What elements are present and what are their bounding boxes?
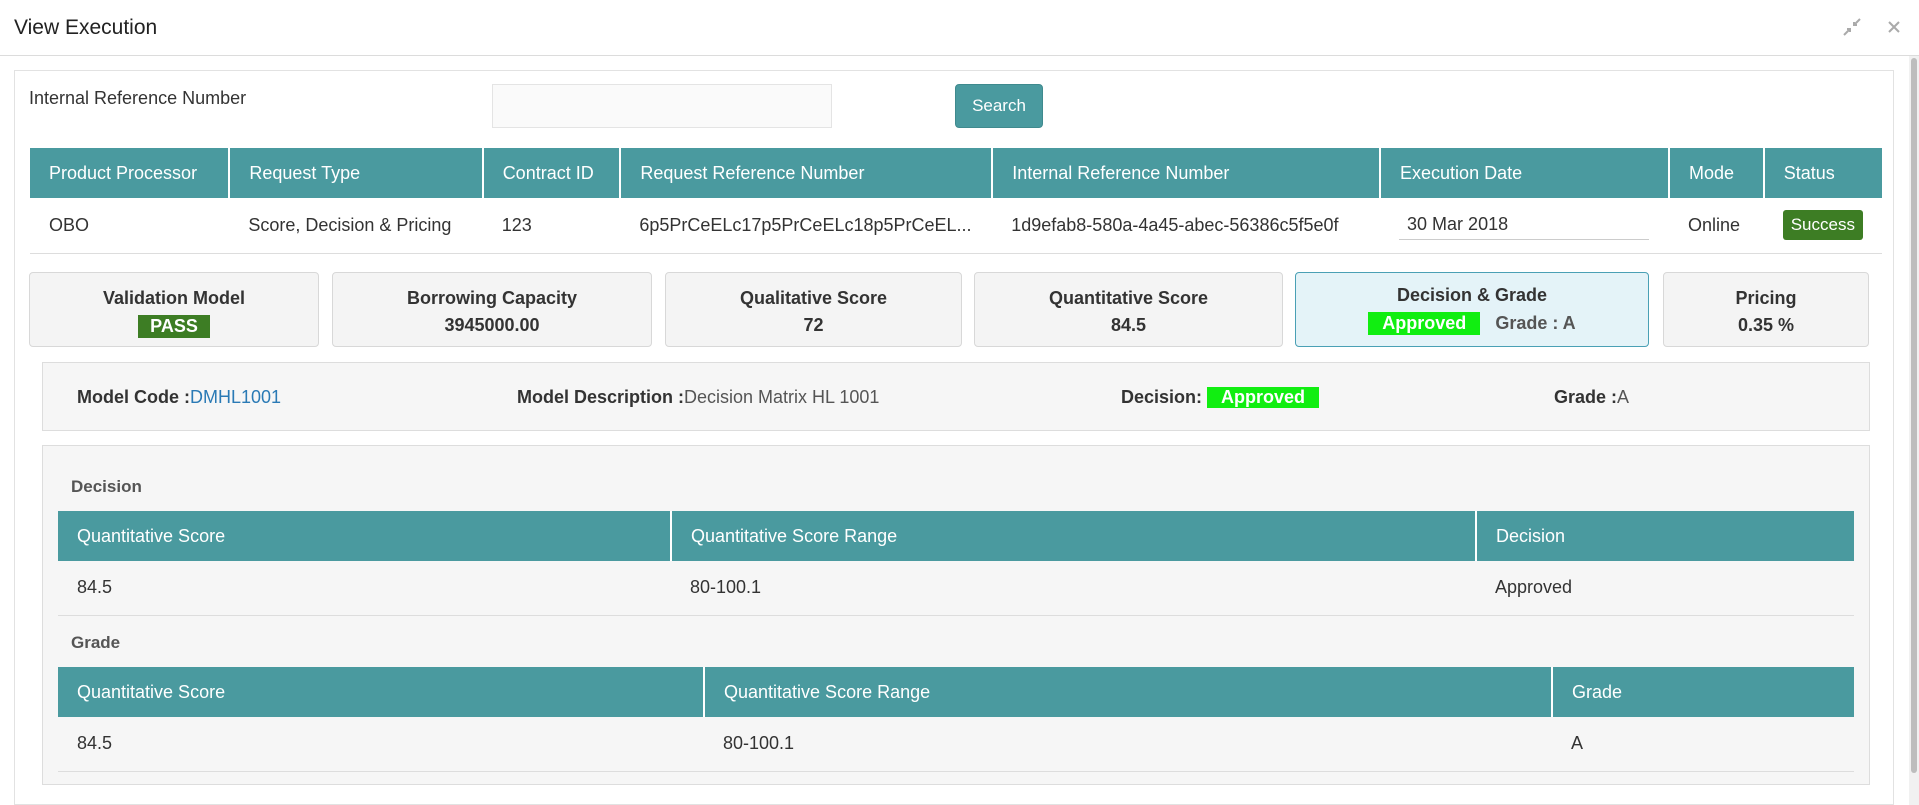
card-value: 3945000.00 [444, 315, 540, 335]
card-quantitative-score[interactable]: Quantitative Score 84.5 [974, 272, 1283, 347]
col-quantitative-score-range: Quantitative Score Range [671, 511, 1477, 561]
col-request-type[interactable]: Request Type [229, 148, 484, 198]
col-grade: Grade [1552, 667, 1854, 717]
model-decision-badge: Approved [1207, 387, 1320, 408]
model-grade-value: A [1617, 387, 1630, 407]
decision-approved-badge: Approved [1368, 312, 1481, 335]
col-product-processor[interactable]: Product Processor [30, 148, 231, 198]
decision-table: Quantitative Score Quantitative Score Ra… [58, 511, 1854, 616]
col-decision: Decision [1476, 511, 1854, 561]
cell-request-reference-number: 6p5PrCeELc17p5PrCeELc18p5PrCeEL... [620, 198, 993, 254]
col-internal-reference-number[interactable]: Internal Reference Number [992, 148, 1382, 198]
model-code: Model Code :DMHL1001 [77, 387, 281, 408]
card-decision-grade[interactable]: Decision & Grade Approved Grade : A [1295, 272, 1649, 347]
model-info-strip: Model Code :DMHL1001 Model Description :… [42, 362, 1870, 431]
table-row[interactable]: OBO Score, Decision & Pricing 123 6p5PrC… [30, 198, 1882, 254]
col-mode[interactable]: Mode [1668, 148, 1765, 198]
card-title: Validation Model [102, 288, 245, 308]
window-title: View Execution [14, 16, 158, 39]
status-badge: Success [1782, 210, 1863, 241]
vertical-scrollbar[interactable] [1909, 56, 1919, 805]
cell-contract-id: 123 [482, 198, 621, 254]
card-pricing[interactable]: Pricing 0.35 % [1663, 272, 1869, 347]
col-execution-date[interactable]: Execution Date [1380, 148, 1670, 198]
card-title: Qualitative Score [739, 288, 888, 308]
model-decision: Decision: Approved [1121, 387, 1320, 408]
table-header-row: Product Processor Request Type Contract … [30, 148, 1882, 198]
col-quantitative-score: Quantitative Score [58, 667, 705, 717]
table-row: 84.5 80-100.1 A [58, 717, 1854, 772]
execution-date-field[interactable]: 30 Mar 2018 [1399, 210, 1650, 241]
model-decision-label: Decision: [1121, 387, 1203, 407]
card-title: Pricing [1735, 288, 1797, 308]
validation-pass-badge: PASS [138, 315, 210, 338]
model-description-value: Decision Matrix HL 1001 [684, 387, 880, 407]
card-grade: Grade : A [1495, 313, 1576, 333]
close-icon[interactable] [1883, 16, 1905, 38]
table-header-row: Quantitative Score Quantitative Score Ra… [58, 667, 1854, 717]
search-label: Internal Reference Number [29, 88, 247, 108]
model-description: Model Description :Decision Matrix HL 10… [517, 387, 879, 408]
card-title: Quantitative Score [1048, 288, 1209, 308]
cell-range: 80-100.1 [704, 717, 1552, 772]
cell-grade: A [1552, 717, 1854, 772]
cell-request-type: Score, Decision & Pricing [229, 198, 483, 254]
model-description-label: Model Description : [517, 387, 685, 407]
cell-score: 84.5 [58, 717, 704, 772]
decision-section-title: Decision [71, 477, 142, 496]
card-qualitative-score[interactable]: Qualitative Score 72 [665, 272, 962, 347]
model-code-link[interactable]: DMHL1001 [190, 387, 281, 407]
cell-product-processor: OBO [30, 198, 230, 254]
grade-section-title: Grade [71, 633, 121, 652]
detail-section: Decision Quantitative Score Quantitative… [42, 445, 1870, 785]
internal-reference-input[interactable] [492, 84, 832, 128]
card-value: 0.35 % [1737, 315, 1795, 335]
card-title: Decision & Grade [1396, 285, 1548, 305]
card-title: Borrowing Capacity [406, 288, 578, 308]
col-contract-id[interactable]: Contract ID [482, 148, 622, 198]
table-row: 84.5 80-100.1 Approved [58, 561, 1854, 616]
window-titlebar: View Execution [0, 0, 1919, 56]
executions-table: Product Processor Request Type Contract … [30, 148, 1882, 254]
grade-table: Quantitative Score Quantitative Score Ra… [58, 667, 1854, 772]
card-validation-model[interactable]: Validation Model PASS [29, 272, 319, 347]
col-status[interactable]: Status [1763, 148, 1882, 198]
compress-icon[interactable] [1841, 16, 1863, 38]
search-button[interactable]: Search [955, 84, 1043, 128]
card-borrowing-capacity[interactable]: Borrowing Capacity 3945000.00 [332, 272, 652, 347]
scrollbar-thumb[interactable] [1911, 58, 1917, 773]
model-code-label: Model Code : [77, 387, 190, 407]
card-value: 84.5 [1110, 315, 1147, 335]
model-grade: Grade :A [1554, 387, 1629, 408]
window-controls [1841, 16, 1905, 38]
cell-decision: Approved [1476, 561, 1854, 616]
cell-mode: Online [1668, 198, 1764, 254]
cell-status: Success [1763, 198, 1882, 254]
cell-range: 80-100.1 [671, 561, 1476, 616]
col-quantitative-score: Quantitative Score [58, 511, 672, 561]
card-value: 72 [803, 315, 824, 335]
col-quantitative-score-range: Quantitative Score Range [704, 667, 1553, 717]
model-grade-label: Grade : [1554, 387, 1618, 407]
cell-execution-date: 30 Mar 2018 [1380, 198, 1669, 254]
col-request-reference-number[interactable]: Request Reference Number [620, 148, 994, 198]
cell-internal-reference-number: 1d9efab8-580a-4a45-abec-56386c5f5e0f [992, 198, 1381, 254]
cell-score: 84.5 [58, 561, 671, 616]
table-header-row: Quantitative Score Quantitative Score Ra… [58, 511, 1854, 561]
